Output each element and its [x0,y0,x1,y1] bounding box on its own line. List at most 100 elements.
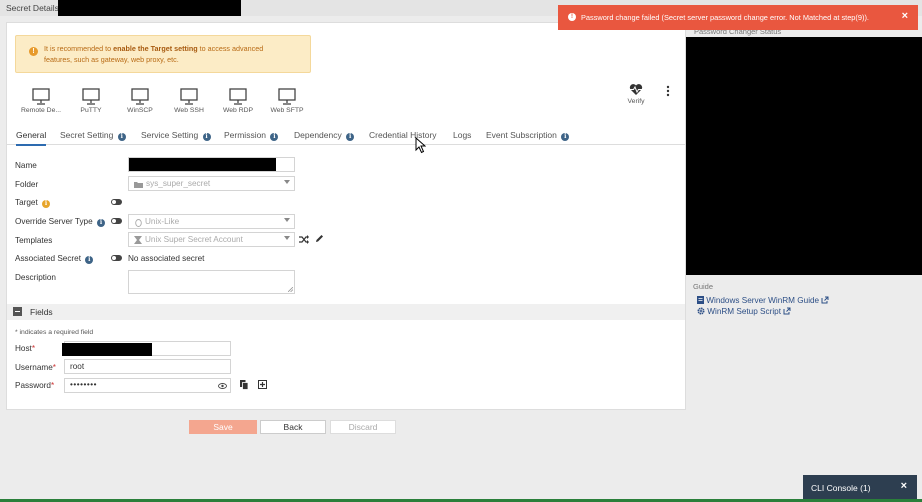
close-icon[interactable]: × [901,480,907,492]
associated-secret-toggle[interactable] [111,255,122,261]
info-icon: i [202,133,211,141]
description-label: Description [15,273,56,282]
tab-permission[interactable]: Permission i [224,130,279,141]
info-icon: i [561,133,570,141]
toast-message: Password change failed (Secret server pa… [581,13,869,22]
launcher-web-ssh[interactable]: Web SSH [165,87,213,114]
monitor-icon [131,88,149,105]
tab-general[interactable]: General [16,130,47,146]
tab-secret-setting[interactable]: Secret Setting i [60,130,126,141]
resize-handle-icon[interactable] [288,287,293,292]
launcher-web-sftp[interactable]: Web SFTP [263,87,311,114]
tab-bar: General Secret Setting i Service Setting… [7,127,685,146]
windows-winrm-guide-link[interactable]: Windows Server WinRM Guide [697,296,829,305]
fields-header-label: Fields [30,307,53,317]
launcher-label: Web SSH [174,107,204,114]
external-link-icon [821,296,829,304]
tab-logs[interactable]: Logs [453,130,471,140]
heartbeat-icon [629,84,643,95]
password-changer-status-console [686,37,922,275]
name-input[interactable] [128,157,295,172]
target-warning-banner: ! It is recommended to enable the Target… [15,35,311,73]
back-button[interactable]: Back [260,420,326,434]
edit-pencil-icon[interactable] [315,234,324,243]
tab-event-subscription[interactable]: Event Subscription i [486,130,570,141]
folder-value: sys_super_secret [146,179,211,188]
required-field-note: * indicates a required field [15,329,94,336]
chevron-down-icon [284,218,290,222]
info-icon: i [85,256,94,264]
launcher-label: Web SFTP [270,107,304,114]
redacted-secret-name [58,0,241,16]
launcher-label: Remote De... [20,107,62,114]
external-link-icon [783,307,791,315]
templates-value: Unix Super Secret Account [145,235,243,244]
folder-select[interactable]: sys_super_secret [128,176,295,191]
server-type-select[interactable]: Unix-Like [128,214,295,229]
launcher-label: WinSCP [127,107,153,114]
shuffle-icon[interactable] [299,235,309,244]
error-icon: ! [568,13,576,21]
info-icon: i [96,219,105,227]
password-label: Password* [15,381,55,390]
tab-credential-history[interactable]: Credential History [369,130,437,140]
associated-secret-value: No associated secret [128,254,205,263]
associated-secret-label: Associated Secret i [15,254,94,264]
info-icon: i [270,133,279,141]
tab-service-setting[interactable]: Service Setting i [141,130,211,141]
winrm-setup-script-link[interactable]: WinRM Setup Script [697,307,791,316]
exclamation-icon: ! [29,47,38,56]
username-value: root [70,362,85,371]
warning-link-text[interactable]: enable the Target setting [113,44,198,53]
show-password-eye-icon[interactable] [218,383,227,389]
close-icon[interactable]: × [902,10,908,22]
info-icon: i [117,133,126,141]
fields-section-header[interactable]: Fields [7,304,685,320]
host-input[interactable] [62,341,231,356]
verify-label: Verify [627,98,645,105]
target-toggle[interactable] [111,199,122,205]
chevron-down-icon [284,180,290,184]
guide-title: Guide [693,282,714,291]
launcher-remote-desktop[interactable]: Remote De... [17,87,65,114]
password-input[interactable]: •••••••• [64,378,231,393]
launcher-winscp[interactable]: WinSCP [116,87,164,114]
window-title: Secret Details [6,3,59,13]
gear-icon [697,307,705,315]
more-options-icon[interactable] [665,85,671,97]
monitor-icon [180,88,198,105]
launcher-putty[interactable]: PuTTY [67,87,115,114]
linux-icon [135,219,142,227]
description-textarea[interactable] [128,270,295,294]
monitor-icon [82,88,100,105]
secret-details-panel: ! It is recommended to enable the Target… [6,22,686,410]
override-server-type-label: Override Server Type i [15,217,105,227]
document-icon [697,296,704,304]
discard-button[interactable]: Discard [330,420,396,434]
username-input[interactable]: root [64,359,231,374]
launcher-web-rdp[interactable]: Web RDP [214,87,262,114]
launcher-label: PuTTY [80,107,102,114]
collapse-icon[interactable] [13,307,22,316]
verify-button[interactable]: Verify [623,83,649,105]
warning-message: It is recommended to enable the Target s… [44,44,264,64]
templates-select[interactable]: Unix Super Secret Account [128,232,295,247]
override-server-type-toggle[interactable] [111,218,122,224]
error-toast: ! Password change failed (Secret server … [558,5,918,30]
launcher-label: Web RDP [222,107,254,114]
generate-password-icon[interactable] [258,380,267,389]
cli-console-label: CLI Console (1) [811,483,871,493]
monitor-icon [229,88,247,105]
tab-dependency[interactable]: Dependency i [294,130,355,141]
mouse-cursor-icon [415,137,426,154]
copy-icon[interactable] [240,380,248,390]
info-icon: i [346,133,355,141]
template-icon [134,236,142,244]
templates-label: Templates [15,236,53,245]
monitor-icon [278,88,296,105]
folder-label: Folder [15,180,39,189]
chevron-down-icon [284,236,290,240]
save-button[interactable]: Save [189,420,257,434]
redacted-host-value [62,343,152,356]
cli-console-tab[interactable]: CLI Console (1) × [803,475,917,499]
